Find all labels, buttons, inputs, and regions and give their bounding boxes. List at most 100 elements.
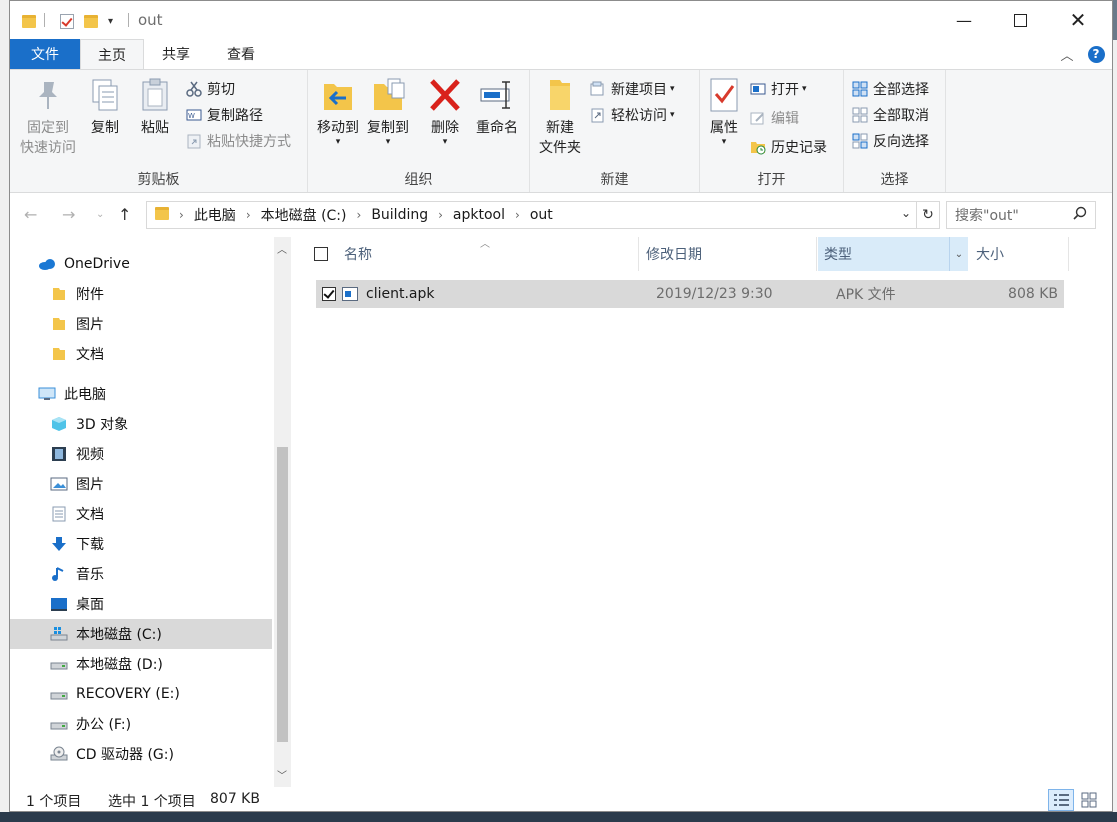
pin-label-line2: 快速访问: [20, 140, 76, 156]
sidebar-item-label: 文档: [76, 347, 104, 363]
table-row[interactable]: client.apk 2019/12/23 9:30 APK 文件 808 KB: [316, 280, 1064, 308]
breadcrumb-chevron-icon: ›: [245, 208, 251, 222]
up-button[interactable]: ↑: [118, 205, 131, 224]
recent-locations-button[interactable]: ⌄: [96, 209, 104, 220]
paste-shortcut-button[interactable]: 粘贴快捷方式: [186, 130, 291, 152]
edit-button[interactable]: 编辑: [750, 107, 799, 129]
invert-selection-button[interactable]: 反向选择: [852, 130, 929, 152]
sidebar-item-label: 附件: [76, 287, 104, 303]
sidebar-item[interactable]: 视频: [10, 439, 272, 469]
navigation-pane-scrollbar[interactable]: ︿ ﹀: [274, 237, 291, 787]
clipboard-group: 固定到 快速访问 复制 粘贴 剪切 W 复制路径 粘贴快捷方式 剪贴板: [10, 70, 308, 192]
tab-home[interactable]: 主页: [80, 39, 144, 69]
copy-path-button[interactable]: W 复制路径: [186, 104, 263, 126]
breadcrumb-this-pc[interactable]: 此电脑: [194, 205, 236, 225]
select-none-button[interactable]: 全部取消: [852, 104, 929, 126]
window-title: out: [138, 11, 163, 29]
pin-quick-access-button[interactable]: 固定到 快速访问: [16, 76, 80, 158]
column-separator: [638, 237, 639, 271]
properties-quick-icon[interactable]: [60, 11, 74, 31]
sidebar-item[interactable]: 文档: [10, 499, 272, 529]
forward-button[interactable]: →: [62, 205, 75, 224]
sidebar-item-label: OneDrive: [64, 256, 130, 272]
scroll-down-icon[interactable]: ﹀: [277, 767, 287, 782]
rename-button[interactable]: 重命名: [468, 76, 526, 138]
move-to-button[interactable]: 移动到 ▾: [314, 76, 362, 147]
sidebar-item[interactable]: 文档: [10, 339, 272, 369]
scrollbar-thumb[interactable]: [277, 447, 288, 742]
back-button[interactable]: ←: [24, 205, 37, 224]
sidebar-item[interactable]: 本地磁盘 (D:): [10, 649, 272, 679]
sidebar-item[interactable]: CD 驱动器 (G:): [10, 739, 272, 769]
tab-view[interactable]: 查看: [208, 39, 274, 69]
breadcrumb-building[interactable]: Building: [371, 207, 428, 223]
large-icons-view-button[interactable]: [1076, 789, 1102, 811]
scroll-up-icon[interactable]: ︿: [277, 241, 287, 256]
new-item-button[interactable]: 新建项目 ▾: [590, 78, 675, 100]
folder-icon: [50, 286, 68, 302]
tab-share[interactable]: 共享: [144, 39, 208, 69]
collapse-ribbon-button[interactable]: ︿: [1054, 39, 1080, 69]
open-button[interactable]: 打开 ▾: [750, 78, 807, 100]
desktop-icon: [50, 596, 68, 612]
cut-label: 剪切: [207, 82, 235, 98]
column-header-type[interactable]: 类型 ⌄: [818, 237, 968, 271]
cut-button[interactable]: 剪切: [186, 78, 235, 100]
select-all-checkbox-header[interactable]: [314, 237, 332, 271]
refresh-button[interactable]: ↻: [916, 202, 939, 228]
sidebar-item[interactable]: RECOVERY (E:): [10, 679, 272, 709]
paste-button[interactable]: 粘贴: [132, 76, 178, 138]
column-header-size[interactable]: 大小: [976, 237, 1066, 271]
details-view-button[interactable]: [1048, 789, 1074, 811]
sidebar-item[interactable]: 本地磁盘 (C:): [10, 619, 272, 649]
search-input[interactable]: 搜索"out": [946, 201, 1096, 229]
properties-button[interactable]: 属性 ▾: [704, 76, 744, 147]
breadcrumb-out[interactable]: out: [530, 207, 553, 223]
select-all-button[interactable]: 全部选择: [852, 78, 929, 100]
documents-icon: [50, 506, 68, 522]
copy-to-icon: [370, 76, 406, 114]
sidebar-item-label: 音乐: [76, 567, 104, 583]
tab-file[interactable]: 文件: [10, 39, 80, 69]
column-header-modified[interactable]: 修改日期: [646, 237, 816, 271]
sidebar-item[interactable]: 音乐: [10, 559, 272, 589]
open-icon: [750, 81, 766, 97]
new-folder-label-line2: 文件夹: [539, 140, 581, 156]
breadcrumb-local-disk-c[interactable]: 本地磁盘 (C:): [261, 205, 347, 225]
sidebar-item[interactable]: 图片: [10, 309, 272, 339]
selected-count: 选中 1 个项目: [108, 794, 196, 810]
copy-path-icon: W: [186, 107, 202, 123]
arrow-left-icon: ←: [24, 205, 38, 224]
address-box[interactable]: › 此电脑 › 本地磁盘 (C:) › Building › apktool ›…: [146, 201, 940, 229]
delete-button[interactable]: 删除 ▾: [422, 76, 468, 147]
copy-path-label: 复制路径: [207, 108, 263, 124]
new-item-label: 新建项目: [611, 82, 667, 98]
maximize-button[interactable]: [990, 1, 1050, 39]
sidebar-item[interactable]: OneDrive: [10, 249, 272, 279]
help-button[interactable]: ?: [1084, 39, 1108, 69]
sidebar-item[interactable]: 此电脑: [10, 379, 272, 409]
minimize-button[interactable]: —: [934, 1, 994, 39]
drive-icon: [50, 686, 68, 702]
type-filter-dropdown-icon[interactable]: ⌄: [949, 237, 968, 271]
sidebar-item[interactable]: 图片: [10, 469, 272, 499]
sidebar-item[interactable]: 3D 对象: [10, 409, 272, 439]
history-button[interactable]: 历史记录: [750, 136, 827, 158]
navigation-pane: OneDrive 附件 图片 文档 此电脑 3D 对象 视频 图片 文档 下载 音乐 桌面 本地磁盘 (…: [10, 237, 278, 787]
sidebar-item[interactable]: 桌面: [10, 589, 272, 619]
new-folder-quick-icon[interactable]: [84, 11, 98, 31]
new-folder-button[interactable]: 新建 文件夹: [532, 76, 588, 158]
row-checkbox[interactable]: [322, 287, 336, 301]
easy-access-button[interactable]: 轻松访问 ▾: [590, 104, 675, 126]
address-dropdown-button[interactable]: ⌄: [901, 206, 911, 220]
copy-to-button[interactable]: 复制到 ▾: [364, 76, 412, 147]
close-button[interactable]: ✕: [1048, 1, 1108, 39]
customize-quick-access-icon[interactable]: ▾: [108, 11, 113, 31]
file-explorer-window: ▾ out — ✕ 文件 主页 共享 查看 ︿ ? 固定到 快速访问 复制 粘贴…: [9, 0, 1113, 812]
sidebar-item[interactable]: 附件: [10, 279, 272, 309]
breadcrumb-apktool[interactable]: apktool: [453, 207, 505, 223]
copy-button[interactable]: 复制: [82, 76, 128, 138]
sidebar-item[interactable]: 下载: [10, 529, 272, 559]
sidebar-item[interactable]: 办公 (F:): [10, 709, 272, 739]
sidebar-item-label: 此电脑: [64, 387, 106, 403]
